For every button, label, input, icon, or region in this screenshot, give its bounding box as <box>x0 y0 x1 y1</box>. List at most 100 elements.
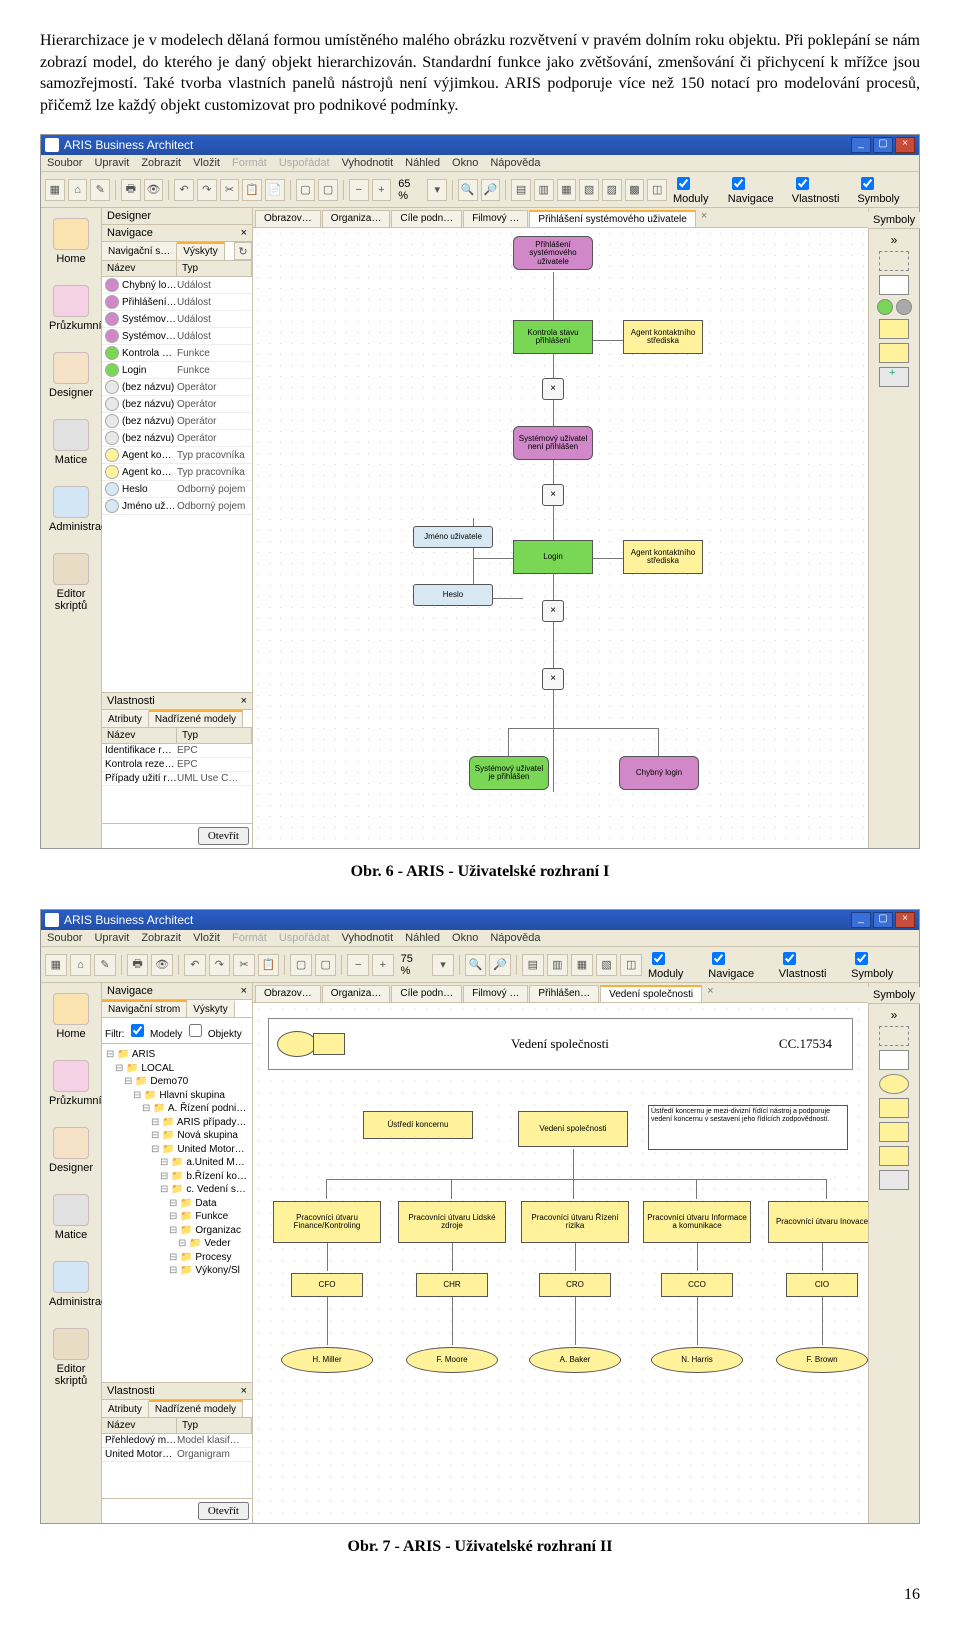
palette-scroll-icon[interactable]: » <box>891 233 898 247</box>
col-type[interactable]: Typ <box>177 728 252 743</box>
operator-node[interactable]: × <box>542 600 564 622</box>
nav-tab[interactable]: Navigační strom <box>102 1000 187 1017</box>
minimize-button[interactable]: _ <box>851 137 871 153</box>
module-script[interactable]: Editor skriptů <box>49 1328 93 1387</box>
module-matrix[interactable]: Matice <box>49 419 93 466</box>
toolbar-button[interactable]: 📋 <box>242 179 262 201</box>
toolbar-button[interactable]: ▧ <box>596 954 618 976</box>
list-row[interactable]: Případy užití re…UML Use C… <box>102 772 252 786</box>
list-row[interactable]: Agent kont…Typ pracovníka <box>102 464 252 481</box>
toolbar-button[interactable]: ▢ <box>296 179 316 201</box>
menu-item[interactable]: Vyhodnotit <box>342 932 394 944</box>
toolbar-button[interactable]: ▢ <box>290 954 312 976</box>
module-explorer[interactable]: Průzkumník <box>49 285 93 332</box>
toolbar-button[interactable]: 🖶 <box>127 954 149 976</box>
list-row[interactable]: Jméno uži…Odborný pojem <box>102 498 252 515</box>
palette-scroll-icon[interactable]: » <box>891 1008 898 1022</box>
toolbar-button[interactable]: 🔎 <box>481 179 501 201</box>
props-tab[interactable]: Nadřízené modely <box>149 710 243 727</box>
module-script[interactable]: Editor skriptů <box>49 553 93 612</box>
tree-item[interactable]: ⊟ 📁 United Motors Grou <box>106 1143 248 1157</box>
tree-item[interactable]: ⊟ 📁 Demo70 <box>106 1075 248 1089</box>
menu-item[interactable]: Náhled <box>405 157 440 169</box>
menu-item[interactable]: Uspořádat <box>279 157 330 169</box>
dept-node[interactable]: Pracovníci útvaru Lidské zdroje <box>398 1201 506 1243</box>
symbol-selection[interactable] <box>879 1026 909 1046</box>
role-node[interactable]: CFO <box>291 1273 363 1297</box>
zoom-in-button[interactable]: + <box>372 954 394 976</box>
close-tab-icon[interactable]: × <box>707 985 713 1002</box>
toolbar-button[interactable]: ▾ <box>427 179 447 201</box>
tree-item[interactable]: ⊟ 📁 LOCAL <box>106 1062 248 1076</box>
toolbar-button[interactable]: ▦ <box>45 179 65 201</box>
term-node[interactable]: Heslo <box>413 584 493 606</box>
toolbar-button[interactable]: 👁 <box>151 954 173 976</box>
toolbar-button[interactable]: ▤ <box>522 954 544 976</box>
symbol-rect[interactable] <box>879 275 909 295</box>
person-node[interactable]: F. Moore <box>406 1347 498 1373</box>
toolbar-button[interactable]: ▦ <box>45 954 67 976</box>
col-type[interactable]: Typ <box>177 261 252 276</box>
symbol-yellow[interactable] <box>879 319 909 339</box>
event-node[interactable]: Chybný login <box>619 756 699 790</box>
tree-item[interactable]: ⊟ 📁 c. Vedení spole <box>106 1183 248 1197</box>
dept-node[interactable]: Pracovníci útvaru Informace a komunikace <box>643 1201 751 1243</box>
maximize-button[interactable]: ▢ <box>873 912 893 928</box>
list-row[interactable]: Kontrola st…Funkce <box>102 345 252 362</box>
canvas-tab[interactable]: Cíle podn… <box>391 985 462 1002</box>
toolbar-button[interactable]: 📋 <box>258 954 280 976</box>
function-login-node[interactable]: Login <box>513 540 593 574</box>
list-row[interactable]: (bez názvu)Operátor <box>102 430 252 447</box>
list-row[interactable]: HesloOdborný pojem <box>102 481 252 498</box>
symbol-yellow[interactable] <box>879 1122 909 1142</box>
col-name[interactable]: Název <box>102 728 177 743</box>
role-node[interactable]: CIO <box>786 1273 858 1297</box>
symbol-yellow[interactable] <box>879 1146 909 1166</box>
zoom-out-button[interactable]: − <box>349 179 369 201</box>
symbol-yellow[interactable] <box>879 1098 909 1118</box>
toolbar-button[interactable]: ▥ <box>534 179 554 201</box>
menu-item[interactable]: Vložit <box>193 157 220 169</box>
maximize-button[interactable]: ▢ <box>873 137 893 153</box>
toolbar-button[interactable]: ▦ <box>571 954 593 976</box>
tree-item[interactable]: ⊟ 📁 Výkony/Sl <box>106 1264 248 1278</box>
diagram-canvas[interactable]: Vedení společnosti CC.17534 Ústředí konc… <box>253 1003 868 1523</box>
toolbar-button[interactable]: ▢ <box>318 179 338 201</box>
toolbar-button[interactable]: ▦ <box>557 179 577 201</box>
symbol-plus[interactable]: + <box>879 367 909 387</box>
module-admin[interactable]: Administrace <box>49 486 93 533</box>
check-vlastnosti[interactable]: Vlastnosti <box>779 949 848 980</box>
tree-item[interactable]: ⊟ 📁 Hlavní skupina <box>106 1089 248 1103</box>
col-type[interactable]: Typ <box>177 1418 252 1433</box>
canvas-tab-active[interactable]: Přihlášení systémového uživatele <box>529 210 695 227</box>
toolbar-button[interactable]: ↶ <box>174 179 194 201</box>
toolbar-button[interactable]: ◫ <box>647 179 667 201</box>
list-row[interactable]: Identifikace reze…EPC <box>102 744 252 758</box>
header-rect[interactable] <box>313 1033 345 1055</box>
dept-node[interactable]: Pracovníci útvaru Finance/Kontroling <box>273 1201 381 1243</box>
menu-item[interactable]: Nápověda <box>490 932 540 944</box>
zoom-out-button[interactable]: − <box>347 954 369 976</box>
role-node[interactable]: Agent kontaktního střediska <box>623 320 703 354</box>
toolbar-button[interactable]: 📄 <box>265 179 285 201</box>
role-node[interactable]: CCO <box>661 1273 733 1297</box>
filter-objects[interactable]: Objekty <box>185 1029 242 1040</box>
menu-item[interactable]: Vyhodnotit <box>342 157 394 169</box>
menu-item[interactable]: Upravit <box>94 932 129 944</box>
toolbar-button[interactable]: ◫ <box>620 954 642 976</box>
event-node[interactable]: Systémový uživatel není přihlášen <box>513 426 593 460</box>
tree-item[interactable]: ⊟ 📁 b.Řízení konce <box>106 1170 248 1184</box>
check-navigace[interactable]: Navigace <box>728 174 789 205</box>
module-home[interactable]: Home <box>49 218 93 265</box>
list-row[interactable]: Systémov…Událost <box>102 311 252 328</box>
list-row[interactable]: (bez názvu)Operátor <box>102 413 252 430</box>
toolbar-button[interactable]: 👁 <box>144 179 164 201</box>
toolbar-button[interactable]: ↶ <box>184 954 206 976</box>
toolbar-button[interactable]: ✂ <box>220 179 240 201</box>
tree-item[interactable]: ⊟ 📁 Procesy <box>106 1251 248 1265</box>
menu-item[interactable]: Okno <box>452 932 478 944</box>
toolbar-button[interactable]: ✂ <box>233 954 255 976</box>
menu-item[interactable]: Náhled <box>405 932 440 944</box>
toolbar-button[interactable]: ▾ <box>432 954 454 976</box>
symbol-rect[interactable] <box>879 1050 909 1070</box>
